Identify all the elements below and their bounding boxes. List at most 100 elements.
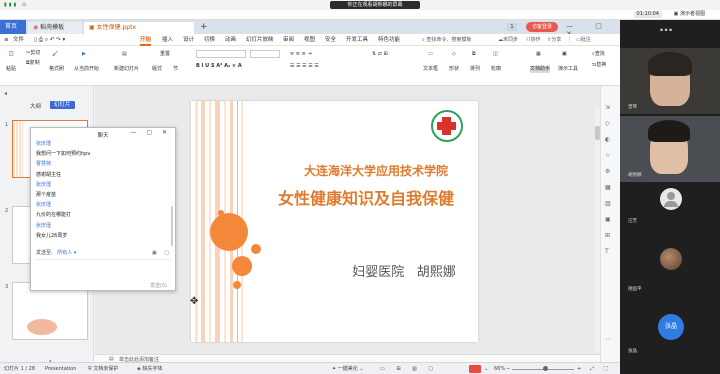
sync-status[interactable]: ☁未同步 (498, 34, 518, 46)
align-buttons[interactable]: ☰ ☰ ☰ ☰ ☰ (290, 63, 319, 70)
missing-font-status[interactable]: ◈ 缺失字体 (137, 363, 162, 374)
image-icon[interactable]: ▣ (152, 250, 160, 256)
play-options-icon[interactable]: ⌄ (484, 363, 488, 374)
paragraph-buttons[interactable]: ≡ ≡ ≡ ⇥ (290, 51, 312, 58)
rail-icon-text[interactable]: T (605, 248, 616, 259)
rail-icon-image[interactable]: ▣ (605, 216, 616, 227)
copy-button[interactable]: ⧉复制 (26, 60, 40, 67)
participant-tile-3[interactable]: 汪芳 (620, 184, 720, 226)
file-icon[interactable]: ▢ (164, 250, 172, 256)
menu-slideshow[interactable]: 幻灯片放映 (246, 34, 274, 46)
shape-icon[interactable]: ◇ (452, 51, 456, 58)
section-button[interactable]: 节 (173, 66, 178, 73)
font-size-select[interactable] (250, 50, 280, 58)
menu-file[interactable]: 文件 (13, 34, 24, 46)
replace-button[interactable]: ⇆替换 (592, 62, 606, 69)
document-assistant-icon[interactable]: ▦ (536, 51, 541, 58)
command-search[interactable]: ⌕ 查找命令、搜索模板 (422, 36, 494, 44)
rail-icon-shape[interactable]: ◇ (605, 120, 616, 131)
paste-button[interactable]: 粘贴 (6, 66, 16, 73)
zoom-slider-thumb[interactable] (543, 366, 548, 371)
font-name-select[interactable] (196, 50, 246, 58)
participant-tile-1[interactable]: 曾琴 (620, 48, 720, 114)
tab-slides[interactable]: 幻灯片 (50, 101, 75, 109)
arrange-icon[interactable]: ⧉ (472, 51, 476, 58)
menu-security[interactable]: 安全 (325, 34, 336, 46)
beautify-button[interactable]: ✦ 一键美化 ⌄ (332, 363, 364, 374)
tab-templates[interactable]: ◉ 稻壳模板 (28, 22, 82, 34)
rail-icon-animation[interactable]: ☆ (605, 152, 616, 163)
document-assistant-button[interactable]: 文档助手 (530, 66, 551, 73)
rail-icon-more[interactable]: ⋯ (605, 336, 616, 347)
format-painter-button[interactable]: 格式刷 (49, 66, 64, 73)
text-direction-buttons[interactable]: ⇅ ⇄ ⊞ (372, 51, 388, 58)
zoom-level[interactable]: 66% (494, 363, 505, 374)
window-count-badge[interactable]: 1 (507, 23, 517, 31)
more-icon[interactable]: ⋮ (567, 34, 572, 46)
new-slide-button[interactable]: 新建幻灯片 (114, 66, 139, 73)
menu-insert[interactable]: 插入 (162, 34, 173, 46)
menu-special[interactable]: 特色功能 (378, 34, 400, 46)
menu-animation[interactable]: 动画 (225, 34, 236, 46)
collab-button[interactable]: ⚇协作 (526, 34, 541, 46)
menu-developer[interactable]: 开发工具 (346, 34, 368, 46)
play-slideshow-button[interactable] (469, 365, 481, 373)
menu-design[interactable]: 设计 (183, 34, 194, 46)
tab-file[interactable]: ▣ 女性保健.pptx (84, 22, 194, 34)
collapse-panel-icon[interactable]: ◂ (4, 90, 7, 97)
zoom-in-button[interactable]: + (577, 363, 581, 374)
theme-name[interactable]: Presentation (45, 363, 76, 374)
cut-button[interactable]: ✂剪切 (26, 50, 40, 57)
outline-icon[interactable]: ◫ (493, 51, 498, 58)
presenter-tools-button[interactable]: 演示工具 (558, 66, 578, 73)
current-slide[interactable]: 大连海洋大学应用技术学院 女性健康知识及自我保健 妇婴医院 胡熙娜 (191, 101, 478, 342)
from-current-button[interactable]: 从当前开始 (74, 66, 99, 73)
layout-button[interactable]: 版式 (152, 66, 162, 73)
menu-start[interactable]: 开始 (140, 34, 152, 46)
format-painter-icon[interactable]: 🖌 (52, 51, 58, 58)
rail-icon-grid[interactable]: ▦ (605, 184, 616, 195)
new-slide-icon[interactable]: ▤ (122, 51, 127, 58)
share-button[interactable]: ⇪分享 (547, 34, 561, 46)
chat-window-controls[interactable]: — ▢ ✕ (130, 129, 171, 136)
presenter-view-button[interactable]: ▣ 演示者视图 (671, 11, 708, 18)
rail-icon-chart[interactable]: ▥ (605, 200, 616, 211)
comment-button[interactable]: ▭批注 (576, 34, 591, 46)
chat-scrollbar[interactable] (171, 206, 173, 246)
chat-send-button[interactable]: 发送(S) (150, 282, 167, 289)
new-tab-button[interactable]: + (200, 22, 208, 34)
arrange-button[interactable]: 排列 (470, 66, 480, 73)
menu-review[interactable]: 审阅 (283, 34, 294, 46)
quick-access-icons[interactable]: ▯ ⎙ ⌕ ↶ ↷ ▾ (34, 34, 65, 46)
fullscreen-icon[interactable]: ⛶ (604, 363, 608, 374)
reset-button[interactable]: 重置 (160, 51, 170, 58)
find-button[interactable]: ⌕查找 (592, 51, 605, 58)
textbox-button[interactable]: 文本框 (423, 66, 438, 73)
participant-tile-4[interactable]: 德固平 (620, 242, 720, 292)
shape-button[interactable]: 形状 (449, 66, 459, 73)
participant-tile-2[interactable]: 胡熙娜 (620, 116, 720, 182)
font-style-buttons[interactable]: B I U S A² A₂ ⨯ A (196, 63, 242, 70)
rail-icon-table[interactable]: ⊞ (605, 232, 616, 243)
rail-icon-settings[interactable]: ⚙ (605, 168, 616, 179)
recipient-select[interactable]: 所有人 ▾ (57, 250, 76, 256)
presenter-tools-icon[interactable]: ▣ (562, 51, 567, 58)
menu-view[interactable]: 视图 (304, 34, 315, 46)
textbox-icon[interactable]: ▭ (428, 51, 433, 58)
protect-status[interactable]: ⛨ 文档未保护 (88, 363, 118, 374)
chat-tools[interactable]: ▣ ▢ (152, 248, 172, 258)
rail-icon-style[interactable]: ◐ (605, 136, 616, 147)
tab-home[interactable]: 首页 (0, 20, 26, 34)
play-from-current-icon[interactable]: ▶ (82, 51, 86, 58)
hamburger-icon[interactable]: ≡ (4, 34, 9, 46)
view-mode-icons[interactable]: ▭ ⊞ ▥ ▢ (380, 363, 438, 374)
menu-transitions[interactable]: 切换 (204, 34, 215, 46)
fit-window-icon[interactable]: ⤢ (590, 363, 594, 374)
chat-input[interactable] (35, 259, 171, 281)
participant-tile-5[interactable]: 张晶 张晶 (620, 308, 720, 368)
zoom-out-button[interactable]: − (506, 363, 510, 374)
login-button[interactable]: 访客登录 (526, 22, 558, 32)
tab-outline[interactable]: 大纲 (30, 102, 41, 110)
outline-button[interactable]: 轮廓 (491, 66, 501, 73)
paste-icon[interactable]: 📋 (8, 51, 14, 58)
